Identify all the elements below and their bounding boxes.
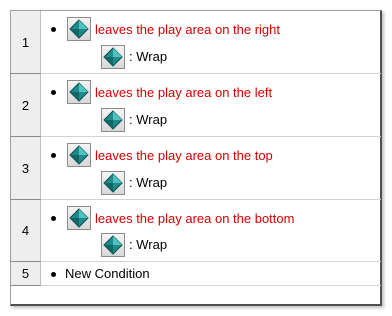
event-row-3[interactable]: 3 leaves the play area on the top : Wrap — [11, 137, 381, 200]
event-row-4[interactable]: 4 leaves the play area on the bottom : W… — [11, 200, 381, 262]
bullet — [51, 216, 56, 221]
diamond-object-icon[interactable] — [67, 17, 91, 41]
diamond-object-icon[interactable] — [101, 108, 125, 132]
event-row-2[interactable]: 2 leaves the play area on the left : Wra… — [11, 74, 381, 137]
event-number[interactable]: 2 — [11, 74, 41, 137]
diamond-object-icon[interactable] — [67, 80, 91, 104]
event-number[interactable]: 4 — [11, 200, 41, 262]
event-content: leaves the play area on the bottom : Wra… — [41, 200, 381, 262]
bullet — [51, 90, 56, 95]
diamond-object-icon[interactable] — [67, 206, 91, 230]
diamond-object-icon[interactable] — [101, 171, 125, 195]
event-editor-panel: 1 leaves the play area on the right : Wr… — [10, 10, 382, 306]
event-number[interactable]: 5 — [11, 262, 41, 286]
condition-text[interactable]: leaves the play area on the top — [95, 148, 273, 163]
event-number[interactable]: 3 — [11, 137, 41, 200]
action-text[interactable]: : Wrap — [129, 49, 167, 64]
diamond-object-icon[interactable] — [101, 45, 125, 69]
event-row-1[interactable]: 1 leaves the play area on the right : Wr… — [11, 11, 381, 74]
event-number[interactable]: 1 — [11, 11, 41, 74]
condition-text[interactable]: leaves the play area on the left — [95, 85, 272, 100]
bullet — [51, 27, 56, 32]
bullet — [51, 153, 56, 158]
event-content: leaves the play area on the right : Wrap — [41, 11, 381, 74]
action-text[interactable]: : Wrap — [129, 112, 167, 127]
new-condition-content: New Condition — [41, 262, 381, 286]
diamond-object-icon[interactable] — [101, 233, 125, 257]
action-text[interactable]: : Wrap — [129, 237, 167, 252]
bullet — [51, 272, 56, 277]
condition-text[interactable]: leaves the play area on the bottom — [95, 211, 294, 226]
new-condition-button[interactable]: New Condition — [65, 266, 150, 281]
action-text[interactable]: : Wrap — [129, 175, 167, 190]
diamond-object-icon[interactable] — [67, 143, 91, 167]
event-content: leaves the play area on the left : Wrap — [41, 74, 381, 137]
condition-text[interactable]: leaves the play area on the right — [95, 22, 280, 37]
event-content: leaves the play area on the top : Wrap — [41, 137, 381, 200]
new-condition-row[interactable]: 5 New Condition — [11, 262, 381, 286]
